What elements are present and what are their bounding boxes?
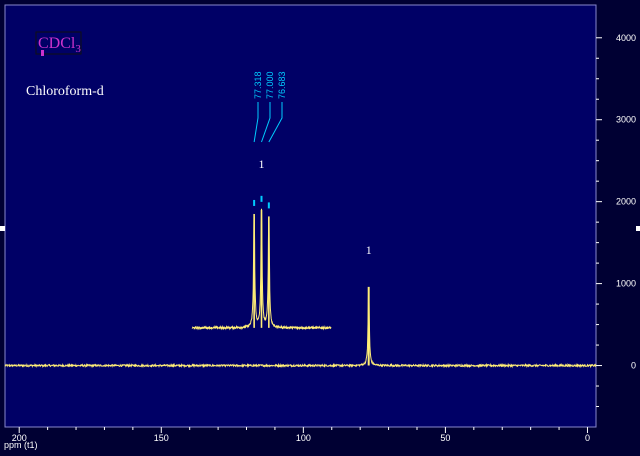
inset-integral-label: 1	[259, 157, 265, 171]
y-tick-label: 3000	[616, 115, 636, 125]
nmr-spectrum-chart: 200 150 100 50 0 0 1000 2000 3000 4000 CDCl3 Chl…	[0, 0, 640, 456]
main-integral-label: 1	[366, 243, 372, 257]
peak-label: 76.683	[277, 71, 287, 99]
solvent-formula-subscript: 3	[75, 43, 81, 55]
plot-area	[4, 4, 597, 428]
formula-marker	[41, 50, 44, 56]
right-resize-handle[interactable]	[636, 226, 640, 231]
solvent-formula-main: CDCl	[38, 35, 76, 52]
x-tick-label: 100	[296, 433, 311, 443]
left-resize-handle[interactable]	[0, 226, 5, 231]
y-tick-label: 0	[631, 361, 636, 371]
x-tick-label: 150	[154, 433, 169, 443]
y-tick-label: 4000	[616, 33, 636, 43]
peak-label: 77.318	[253, 71, 263, 99]
y-tick-label: 2000	[616, 197, 636, 207]
x-tick-label: 0	[585, 433, 590, 443]
spectrum-svg: 200 150 100 50 0 01000200030004000 CDCl3 Chl…	[0, 0, 640, 456]
y-tick-label: 1000	[616, 279, 636, 289]
x-axis-label: ppm (t1)	[4, 440, 38, 450]
solvent-name: Chloroform-d	[26, 84, 104, 99]
peak-label: 77.000	[265, 71, 275, 99]
x-tick-label: 50	[440, 433, 450, 443]
